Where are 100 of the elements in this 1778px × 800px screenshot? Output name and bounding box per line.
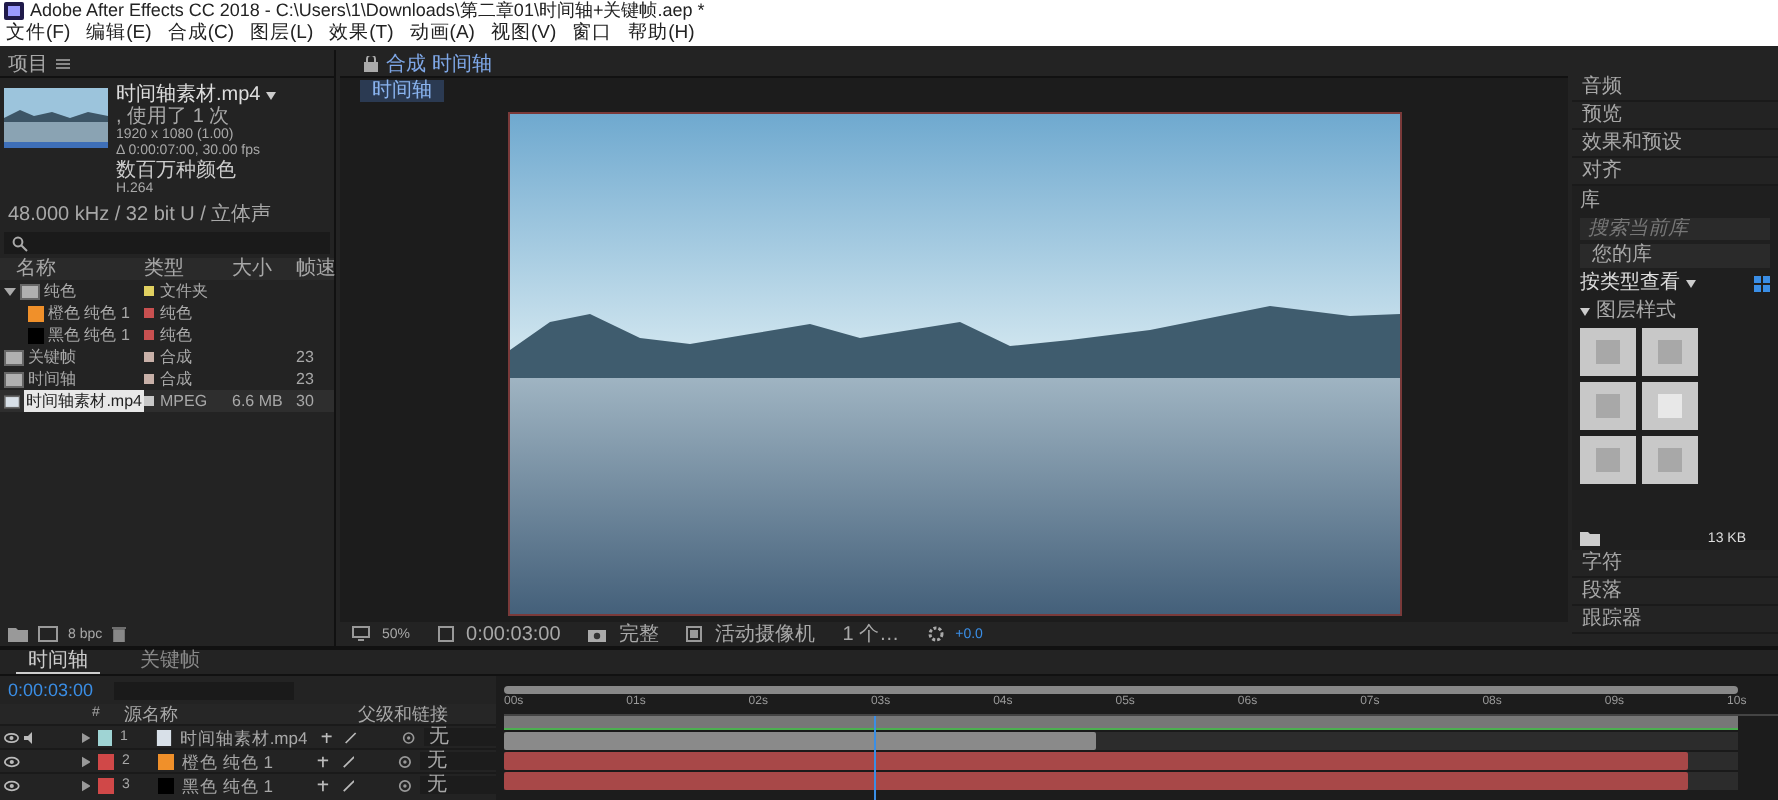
layer-style-tile[interactable]: [1580, 436, 1636, 484]
column-header[interactable]: 类型: [144, 258, 232, 280]
current-time[interactable]: 0:00:03:00: [8, 680, 94, 700]
item-type: 文件夹: [160, 280, 208, 302]
panel-header[interactable]: 音频: [1572, 74, 1778, 102]
footage-info: 数百万种颜色: [116, 160, 238, 182]
camera-icon[interactable]: [588, 627, 607, 641]
dropdown-triangle-icon[interactable]: [266, 91, 277, 99]
shy-switch-icon[interactable]: [315, 753, 329, 769]
layer-style-tile[interactable]: [1580, 382, 1636, 430]
resolution-dropdown[interactable]: 完整: [618, 623, 675, 645]
search-field[interactable]: [4, 232, 330, 254]
speaker-icon[interactable]: [23, 731, 37, 743]
expand-triangle-icon[interactable]: [4, 285, 16, 297]
menu-item[interactable]: 编辑(E): [86, 22, 152, 46]
column-header[interactable]: 帧速: [296, 258, 336, 280]
layer-name[interactable]: 时间轴素材.mp4: [179, 727, 308, 747]
current-time[interactable]: 0:00:03:00: [466, 623, 577, 645]
region-icon[interactable]: [686, 626, 703, 642]
monitor-icon[interactable]: [352, 626, 370, 642]
project-item[interactable]: 黑色 纯色 1 纯色: [24, 324, 334, 346]
lock-icon[interactable]: [364, 55, 378, 71]
shy-switch-icon[interactable]: [315, 777, 329, 793]
menu-icon[interactable]: [56, 57, 70, 69]
camera-dropdown[interactable]: 活动摄像机: [714, 623, 831, 645]
item-type: MPEG: [160, 390, 208, 412]
menu-item[interactable]: 效果(T): [329, 22, 394, 46]
parent-dropdown[interactable]: 无: [420, 752, 496, 770]
video-file-icon: [4, 393, 21, 409]
item-name: 橙色 纯色 1: [48, 302, 130, 324]
project-item[interactable]: 关键帧 合成 23: [0, 346, 334, 368]
item-type: 合成: [160, 346, 192, 368]
views-dropdown[interactable]: 1 个…: [842, 623, 916, 645]
project-item[interactable]: 时间轴 合成 23: [0, 368, 334, 390]
layer-style-tile[interactable]: [1580, 328, 1636, 376]
item-frame-rate: 30: [296, 392, 314, 410]
label-color-icon[interactable]: [98, 753, 114, 769]
composition-tab[interactable]: 合成 时间轴: [386, 49, 492, 77]
layer-style-tile[interactable]: [1642, 436, 1698, 484]
column-header[interactable]: 大小: [232, 258, 296, 280]
window-title: Adobe After Effects CC 2018 - C:\Users\1\Downloads\第二章01\时间轴+关键帧.aep *: [30, 0, 705, 22]
expand-triangle-icon[interactable]: [1580, 308, 1590, 316]
item-name: 黑色 纯色 1: [48, 324, 130, 346]
composition-breadcrumb[interactable]: 时间轴: [360, 80, 444, 102]
menu-item[interactable]: 合成(C): [167, 22, 235, 46]
eye-icon[interactable]: [4, 779, 20, 791]
view-by-type-dropdown[interactable]: 按类型查看: [1580, 272, 1680, 296]
column-header: 父级和链接: [357, 704, 448, 724]
item-size: 6.6 MB: [232, 392, 283, 410]
menu-item[interactable]: 图层(L): [250, 22, 314, 46]
eye-icon[interactable]: [4, 731, 19, 743]
layer-name[interactable]: 黑色 纯色 1: [181, 775, 304, 795]
label-color-icon[interactable]: [97, 729, 113, 745]
grid-view-icon[interactable]: [1754, 276, 1770, 292]
item-name: 时间轴: [28, 368, 76, 390]
menu-item[interactable]: 动画(A): [409, 22, 475, 46]
footage-info: 48.000 kHz / 32 bit U / 立体声: [6, 204, 272, 226]
search-icon: [12, 235, 28, 251]
item-type: 合成: [160, 368, 192, 390]
label-color-icon[interactable]: [98, 777, 114, 793]
parent-dropdown[interactable]: 无: [423, 728, 496, 746]
composition-icon[interactable]: [38, 626, 58, 642]
menu-item[interactable]: 帮助(H): [628, 22, 695, 46]
parent-dropdown[interactable]: 无: [420, 776, 496, 794]
project-item[interactable]: 橙色 纯色 1 纯色: [24, 302, 334, 324]
panel-header[interactable]: 预览: [1572, 102, 1778, 130]
timeline-tab[interactable]: 时间轴: [16, 650, 100, 674]
panel-header[interactable]: 效果和预设: [1572, 130, 1778, 158]
item-type: 纯色: [160, 324, 192, 346]
panel-header[interactable]: 字符: [1572, 550, 1778, 578]
layer-style-tile[interactable]: [1642, 328, 1698, 376]
menu-item[interactable]: 窗口: [572, 22, 613, 46]
item-name: 时间轴素材.mp4: [24, 390, 144, 412]
item-name: 关键帧: [28, 346, 76, 368]
item-name: 纯色: [44, 280, 76, 302]
dropdown-triangle-icon[interactable]: [1686, 280, 1696, 288]
menu-item[interactable]: 视图(V): [490, 22, 557, 46]
usage-count: , 使用了 1 次: [116, 106, 230, 128]
timeline-tab[interactable]: 关键帧: [128, 650, 212, 674]
panel-title[interactable]: 库: [1580, 190, 1770, 214]
column-header: 源名称: [123, 704, 178, 724]
project-item[interactable]: 纯色 文件夹: [0, 280, 334, 302]
trash-icon[interactable]: [112, 626, 127, 642]
item-frame-rate: 23: [296, 348, 314, 366]
panel-header[interactable]: 跟踪器: [1572, 606, 1778, 634]
project-item[interactable]: 时间轴素材.mp4 MPEG 6.6 MB 30: [0, 390, 334, 412]
section-header[interactable]: 图层样式: [1596, 300, 1676, 324]
item-type: 纯色: [160, 302, 192, 324]
shy-switch-icon[interactable]: [319, 729, 333, 745]
video-file-icon: [155, 729, 172, 745]
landscape-thumbnail: [4, 88, 108, 148]
panel-header[interactable]: 段落: [1572, 578, 1778, 606]
panel-title: 项目: [8, 51, 48, 77]
footage-name[interactable]: 时间轴素材.mp4: [116, 84, 261, 106]
menu-item[interactable]: 文件(F): [6, 22, 71, 46]
item-frame-rate: 23: [296, 370, 314, 388]
layer-style-tile[interactable]: [1642, 382, 1698, 430]
eye-icon[interactable]: [4, 755, 20, 767]
library-dropdown[interactable]: 您的库: [1580, 244, 1770, 268]
layer-name[interactable]: 橙色 纯色 1: [181, 751, 304, 771]
